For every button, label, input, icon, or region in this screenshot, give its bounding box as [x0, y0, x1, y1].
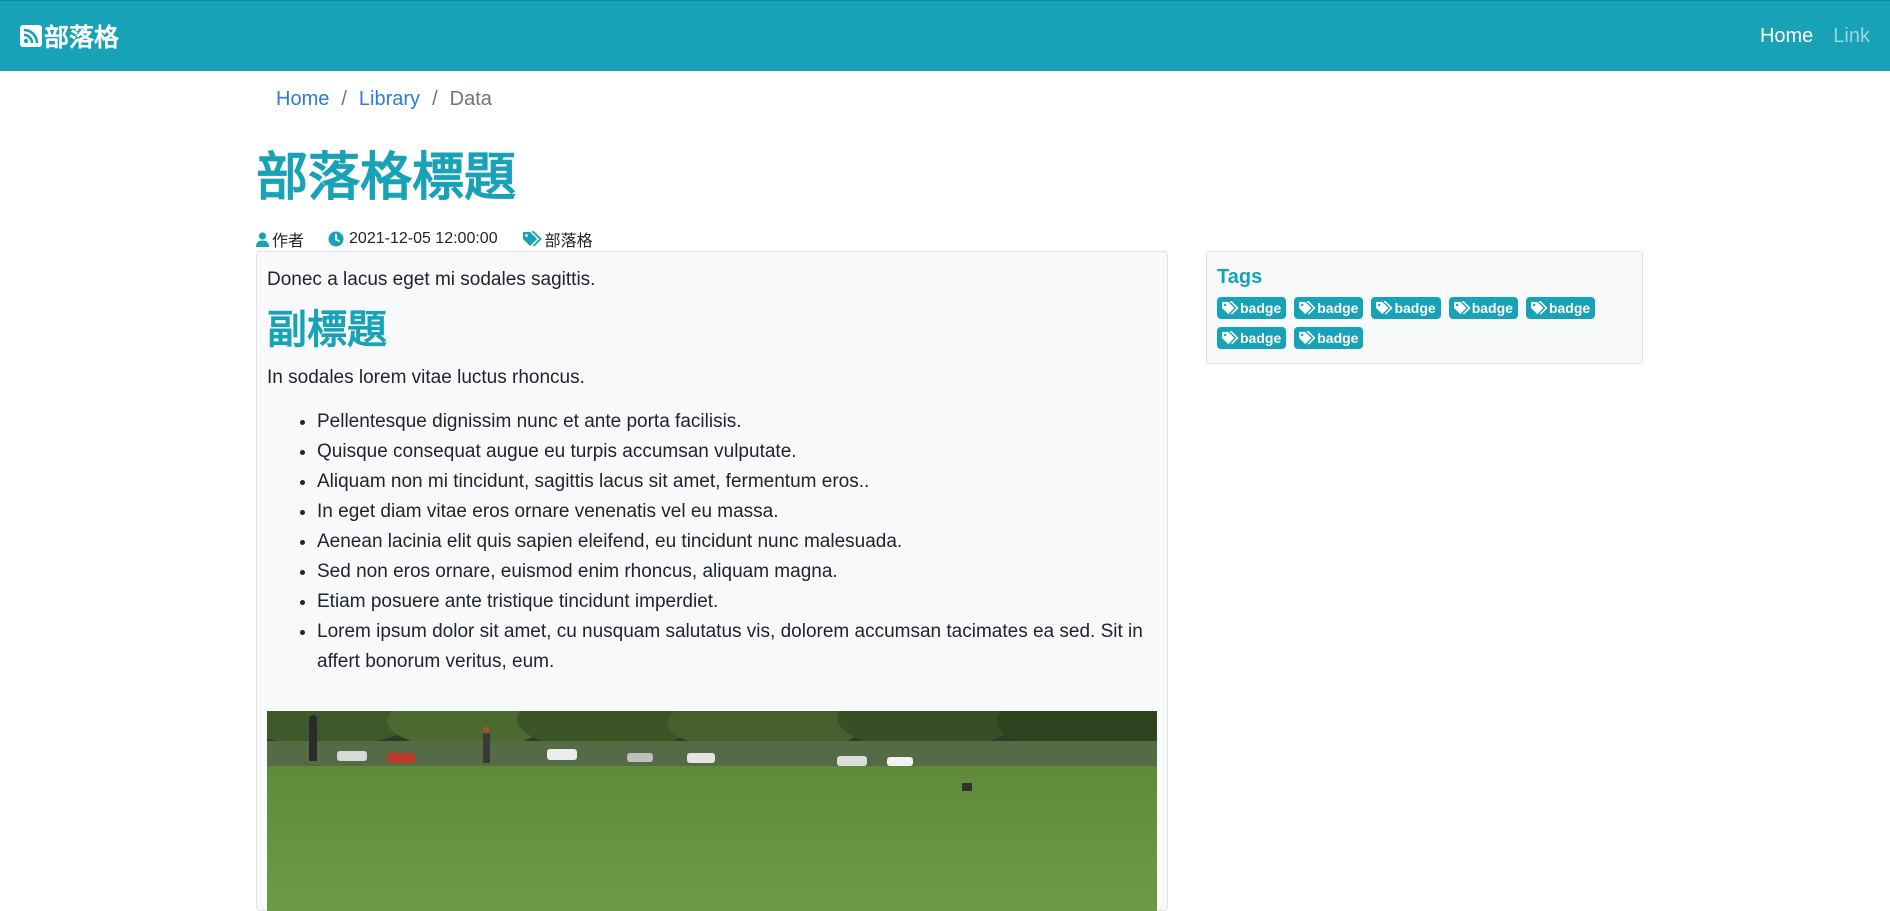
tag-badge[interactable]: badge: [1371, 297, 1441, 319]
article-paragraph: In sodales lorem vitae luctus rhoncus.: [267, 366, 585, 388]
article-intro: Donec a lacus eget mi sodales sagittis.: [267, 269, 596, 290]
author-name: 作者: [272, 233, 305, 250]
meta-category: 部落格: [522, 227, 593, 251]
badge-list: badge badge badge badge badge badge badg…: [1217, 297, 1637, 357]
list-item: Sed non eros ornare, euismod enim rhoncu…: [317, 557, 1157, 587]
nav-link-link[interactable]: Link: [1833, 25, 1870, 48]
brand-label: 部落格: [44, 24, 120, 52]
post-datetime: 2021-12-05 12:00:00: [349, 230, 498, 247]
tag-badge[interactable]: badge: [1217, 297, 1287, 319]
list-item: Aliquam non mi tincidunt, sagittis lacus…: [317, 467, 1157, 497]
page-title: 部落格標題: [256, 149, 517, 207]
tags-icon: [1299, 331, 1316, 345]
list-item: Pellentesque dignissim nunc et ante port…: [317, 407, 1157, 437]
breadcrumb-current: Data: [449, 88, 492, 110]
badge-label: badge: [1240, 300, 1282, 316]
user-icon: [256, 231, 269, 247]
badge-label: badge: [1394, 300, 1436, 316]
list-item: Aenean lacinia elit quis sapien eleifend…: [317, 527, 1157, 557]
nav-link-home[interactable]: Home: [1760, 25, 1813, 48]
tag-badge[interactable]: badge: [1525, 297, 1596, 319]
tags-icon: [1222, 301, 1239, 315]
badge-label: badge: [1471, 300, 1513, 316]
article-subheading: 副標題: [267, 307, 387, 352]
list-item: Etiam posuere ante tristique tincidunt i…: [317, 587, 1157, 617]
badge-label: badge: [1317, 330, 1359, 346]
list-item: Lorem ipsum dolor sit amet, cu nusquam s…: [317, 617, 1157, 677]
tag-badge[interactable]: badge: [1448, 297, 1518, 319]
tags-icon: [1222, 331, 1239, 345]
nav-links: Home Link: [1740, 25, 1870, 48]
tags-icon: [1376, 301, 1394, 315]
article-photo: [267, 711, 1157, 911]
meta-author: 作者: [256, 227, 304, 251]
badge-label: badge: [1317, 300, 1359, 316]
breadcrumb: Home / Library / Data: [276, 88, 492, 111]
navbar-brand[interactable]: 部落格: [20, 18, 119, 54]
tags-card: Tags badge badge badge badge badge badge: [1206, 251, 1643, 364]
breadcrumb-library[interactable]: Library: [359, 88, 420, 111]
list-item: Quisque consequat augue eu turpis accums…: [317, 437, 1157, 467]
tags-icon: [1531, 301, 1548, 315]
badge-label: badge: [1240, 330, 1282, 346]
rss-icon: [20, 25, 42, 47]
tag-badge[interactable]: badge: [1294, 297, 1364, 319]
post-meta: 作者 2021-12-05 12:00:00 部落格: [256, 227, 617, 251]
breadcrumb-separator: /: [341, 88, 347, 110]
article-list: Pellentesque dignissim nunc et ante port…: [267, 407, 1157, 677]
badge-label: badge: [1548, 300, 1591, 316]
tags-icon: [522, 231, 542, 247]
breadcrumb-separator: /: [432, 88, 438, 110]
navbar: 部落格 Home Link: [0, 0, 1890, 71]
tag-badge[interactable]: badge: [1294, 327, 1364, 349]
list-item: In eget diam vitae eros ornare venenatis…: [317, 497, 1157, 527]
clock-icon: [328, 231, 344, 247]
tags-icon: [1299, 301, 1316, 315]
meta-datetime: 2021-12-05 12:00:00: [328, 230, 498, 248]
article-card: Donec a lacus eget mi sodales sagittis. …: [256, 251, 1168, 911]
tag-badge[interactable]: badge: [1217, 327, 1287, 349]
post-category[interactable]: 部落格: [545, 227, 593, 251]
tags-title: Tags: [1217, 266, 1263, 288]
tags-icon: [1453, 301, 1471, 315]
breadcrumb-home[interactable]: Home: [276, 88, 329, 111]
